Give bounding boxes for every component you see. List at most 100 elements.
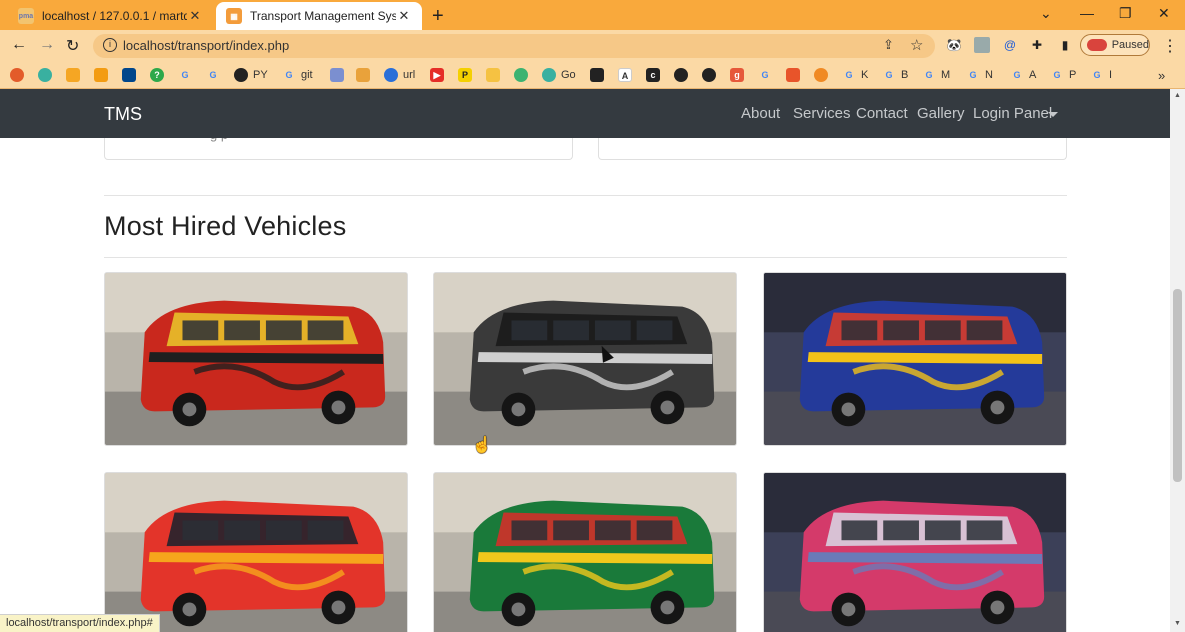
bookmarks-bar: ? G G PY G git url ▶ P Go A c g G GK GB … — [0, 61, 1185, 89]
bookmark-item[interactable] — [38, 67, 55, 83]
browser-toolbar: ← → ↻ i localhost/transport/index.php ⇪ … — [0, 30, 1185, 61]
site-info-icon[interactable]: i — [103, 38, 117, 52]
bookmark-item[interactable] — [66, 67, 83, 83]
bookmark-item[interactable]: GM — [922, 67, 950, 83]
bookmark-item[interactable]: ▶ — [430, 67, 447, 83]
bookmark-item[interactable]: GP — [1050, 67, 1076, 83]
bookmark-item[interactable]: GI — [1090, 67, 1112, 83]
link-status-bar: localhost/transport/index.php# — [0, 614, 160, 632]
extension-icon[interactable] — [974, 37, 990, 53]
share-icon[interactable]: ⇪ — [883, 37, 894, 53]
bookmark-item[interactable] — [814, 67, 831, 83]
nav-link-contact[interactable]: Contact — [856, 105, 908, 122]
chevron-down-icon[interactable] — [1048, 112, 1058, 117]
bookmark-item[interactable] — [330, 67, 347, 83]
bookmark-item[interactable]: PY — [234, 67, 268, 83]
bookmark-label: A — [1029, 69, 1037, 81]
site-navbar: TMS About Services Contact Gallery Login… — [0, 89, 1170, 138]
back-icon[interactable]: ← — [11, 36, 27, 54]
close-window-icon[interactable]: ✕ — [1158, 5, 1170, 22]
nav-link-about[interactable]: About — [741, 105, 780, 122]
bookmark-label: P — [1069, 69, 1077, 81]
bookmark-item[interactable] — [514, 67, 531, 83]
tab-transport-management[interactable]: ▦ Transport Management System - ✕ — [216, 2, 422, 30]
section-title: Most Hired Vehicles — [104, 211, 347, 241]
page-viewport: TMS About Services Contact Gallery Login… — [0, 89, 1170, 632]
vehicle-photo-2[interactable] — [433, 272, 737, 446]
nav-link-services[interactable]: Services — [793, 105, 851, 122]
minimize-icon[interactable]: — — [1080, 5, 1094, 21]
bookmark-item[interactable]: GB — [882, 67, 908, 83]
divider — [104, 257, 1067, 258]
bookmark-item[interactable]: GK — [842, 67, 868, 83]
bookmark-label: B — [901, 69, 909, 81]
vehicle-photo-5[interactable] — [433, 472, 737, 632]
tab-search-icon[interactable]: ⌄ — [1040, 5, 1052, 22]
brand-logo[interactable]: TMS — [104, 104, 142, 125]
scroll-up-icon[interactable]: ▲ — [1174, 92, 1181, 99]
bookmark-item[interactable] — [356, 67, 373, 83]
bookmark-item[interactable]: c — [646, 67, 663, 83]
bookmark-item[interactable] — [702, 67, 719, 83]
divider — [104, 195, 1067, 196]
bookmark-item[interactable] — [674, 67, 691, 83]
tab-title: localhost / 127.0.0.1 / martdevelo — [42, 9, 187, 23]
bookmark-item[interactable] — [590, 67, 607, 83]
hand-cursor-icon: ☝ — [472, 437, 492, 454]
restore-icon[interactable]: ❐ — [1119, 5, 1132, 22]
close-icon[interactable]: ✕ — [187, 8, 203, 24]
nav-link-gallery[interactable]: Gallery — [917, 105, 965, 122]
profile-status: Paused — [1111, 39, 1149, 51]
bookmark-item[interactable]: Go — [542, 67, 576, 83]
bookmark-label: N — [985, 69, 993, 81]
bookmark-label: M — [941, 69, 951, 81]
bookmark-item[interactable]: GN — [966, 67, 993, 83]
bookmark-item[interactable]: G — [758, 67, 775, 83]
github-icon — [234, 68, 248, 82]
close-icon[interactable]: ✕ — [396, 8, 412, 24]
at-extension-icon[interactable]: @ — [1002, 37, 1018, 53]
bookmark-item[interactable]: GA — [1010, 67, 1036, 83]
panda-extension-icon[interactable]: 🐼 — [946, 37, 962, 53]
page-scrollbar[interactable]: ▲ ▼ — [1170, 89, 1185, 632]
vehicle-photo-1[interactable] — [104, 272, 408, 446]
scroll-down-icon[interactable]: ▼ — [1174, 620, 1181, 627]
side-panel-icon[interactable]: ▮ — [1057, 37, 1073, 53]
more-bookmarks-icon[interactable]: » — [1158, 67, 1165, 83]
vehicle-photo-3[interactable] — [763, 272, 1067, 446]
bookmark-label: K — [861, 69, 869, 81]
tab-title: Transport Management System - — [250, 9, 396, 23]
phpmyadmin-icon: pma — [18, 8, 34, 24]
menu-icon[interactable]: ⋮ — [1162, 36, 1178, 56]
youtube-icon: ▶ — [430, 68, 444, 82]
nav-dropdown-login-panel[interactable]: Login Panel — [973, 105, 1052, 122]
scrollbar-thumb[interactable] — [1173, 289, 1182, 482]
bookmark-item[interactable] — [94, 67, 111, 83]
bookmark-item[interactable] — [122, 67, 139, 83]
address-url[interactable]: localhost/transport/index.php — [123, 38, 289, 53]
vehicle-photo-4[interactable] — [104, 472, 408, 632]
vehicle-photo-6[interactable] — [763, 472, 1067, 632]
bookmark-star-icon[interactable]: ☆ — [910, 36, 923, 54]
tab-phpmyadmin[interactable]: pma localhost / 127.0.0.1 / martdevelo ✕ — [8, 2, 213, 30]
bookmark-item[interactable]: url — [384, 67, 415, 83]
profile-button[interactable]: Paused — [1080, 34, 1150, 56]
bookmark-label: Go — [561, 69, 576, 81]
bookmark-item[interactable]: G git — [282, 67, 312, 83]
reload-icon[interactable]: ↻ — [66, 36, 79, 56]
bookmark-item[interactable]: ? — [150, 67, 167, 83]
bookmark-item[interactable] — [10, 67, 27, 83]
forward-icon[interactable]: → — [39, 36, 55, 54]
bookmark-item[interactable]: g — [730, 67, 747, 83]
tms-favicon-icon: ▦ — [226, 8, 242, 24]
bookmark-item[interactable] — [486, 67, 503, 83]
address-bar[interactable]: i localhost/transport/index.php ⇪ ☆ — [93, 34, 935, 58]
bookmark-item[interactable]: G — [178, 67, 195, 83]
bookmark-item[interactable]: P — [458, 67, 475, 83]
browser-tab-strip: pma localhost / 127.0.0.1 / martdevelo ✕… — [0, 0, 1185, 30]
puzzle-extensions-icon[interactable]: ✚ — [1029, 37, 1045, 53]
bookmark-item[interactable]: G — [206, 67, 223, 83]
new-tab-icon[interactable]: + — [432, 5, 444, 28]
bookmark-item[interactable] — [786, 67, 803, 83]
bookmark-item[interactable]: A — [618, 67, 635, 83]
